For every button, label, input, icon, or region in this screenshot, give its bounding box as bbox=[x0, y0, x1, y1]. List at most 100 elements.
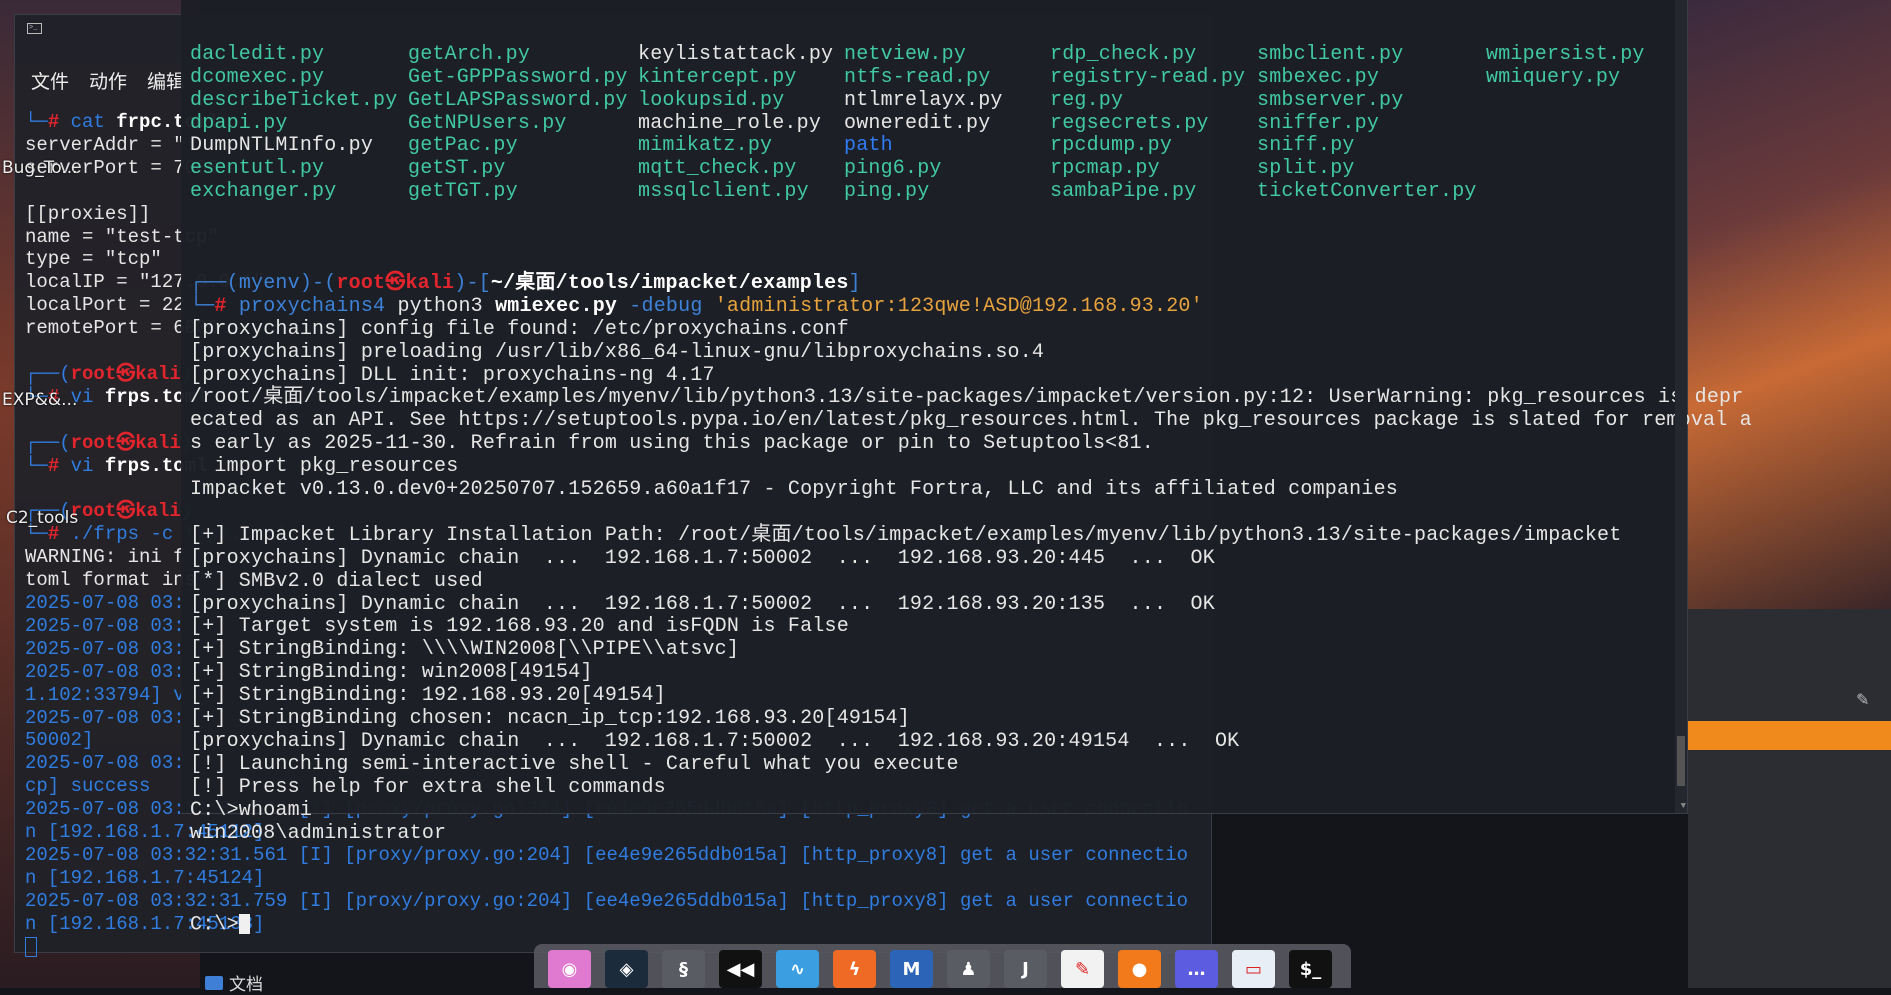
file-entry: regsecrets.py bbox=[1050, 111, 1209, 135]
file-entry: reg.py bbox=[1050, 88, 1124, 112]
text-cursor bbox=[25, 936, 37, 957]
terminal-text: python3 bbox=[397, 294, 496, 318]
text-editor-icon[interactable]: ✎ bbox=[1061, 950, 1104, 988]
file-entry: GetNPUsers.py bbox=[408, 111, 567, 135]
pencil-icon[interactable]: ✎ bbox=[1856, 690, 1869, 709]
file-entry: dacledit.py bbox=[190, 42, 325, 66]
file-entry: ntlmrelayx.py bbox=[844, 88, 1003, 112]
terminal-text: ┌──( bbox=[25, 362, 71, 385]
shell-prompt: C:\> bbox=[190, 913, 239, 937]
file-entry: split.py bbox=[1257, 157, 1355, 181]
desktop-icon-label[interactable]: C2_tools bbox=[6, 508, 78, 528]
terminal-text: WARNING: ini f bbox=[25, 546, 185, 569]
terminal-text: 2025-07-08 03: bbox=[25, 706, 185, 729]
metasploit-icon[interactable]: M bbox=[890, 950, 933, 988]
terminal-text: 2025-07-08 03: bbox=[25, 592, 185, 615]
file-entry bbox=[1486, 158, 1752, 181]
file-entry: smbexec.py bbox=[1257, 65, 1380, 89]
terminal-line: [proxychains] Dynamic chain ... 192.168.… bbox=[190, 547, 1752, 571]
terminal-line: Impacket v0.13.0.dev0+20250707.152659.a6… bbox=[190, 478, 1752, 502]
file-entry: rpcmap.py bbox=[1050, 157, 1160, 181]
terminal-text: [+] StringBinding: \\\\WIN2008[\\PIPE\\a… bbox=[190, 638, 740, 662]
hydra-icon[interactable]: § bbox=[662, 950, 705, 988]
file-entry: rpcdump.py bbox=[1050, 134, 1173, 158]
terminal-text: # bbox=[47, 454, 71, 477]
menu-edit[interactable]: 编辑 bbox=[147, 67, 185, 94]
file-entry: DumpNTLMInfo.py bbox=[190, 134, 374, 158]
scrollbar-thumb[interactable] bbox=[1677, 736, 1685, 786]
file-entry: ping.py bbox=[844, 180, 930, 204]
file-entry: rdp_check.py bbox=[1050, 42, 1197, 66]
terminal-text: vi bbox=[70, 454, 105, 477]
file-entry: mqtt_check.py bbox=[638, 157, 797, 181]
menu-file[interactable]: 文件 bbox=[31, 67, 69, 94]
terminal-text: serverAddr = " bbox=[25, 133, 185, 156]
file-entry: getTGT.py bbox=[408, 180, 518, 204]
terminal-text: [!] Press help for extra shell commands bbox=[190, 775, 666, 799]
terminal-text: # bbox=[47, 111, 71, 133]
john-the-ripper-icon[interactable]: J bbox=[1004, 950, 1047, 988]
terminal-output[interactable]: dacledit.py getArch.py keylistattack.py net… bbox=[190, 0, 1752, 983]
terminal-line: s early as 2025-11-30. Refrain from usin… bbox=[190, 432, 1752, 456]
terminal-text: )-( bbox=[299, 271, 337, 295]
file-entry: lookupsid.py bbox=[638, 88, 785, 112]
terminal-line: [+] Impacket Library Installation Path: … bbox=[190, 524, 1752, 548]
desktop-icon-label[interactable]: Bug_To... bbox=[2, 158, 78, 178]
terminal-text: └─ bbox=[190, 294, 215, 318]
terminal-line: [+] StringBinding: 192.168.93.20[49154] bbox=[190, 684, 1752, 708]
armitage-icon[interactable]: ◀◀ bbox=[719, 950, 762, 988]
terminal-text: 1.102:33794] v bbox=[25, 683, 185, 706]
file-entry: machine_role.py bbox=[638, 111, 822, 135]
terminal-icon[interactable]: $_ bbox=[1289, 950, 1332, 988]
terminal-line: ┌──(myenv)-(root㉿kali)-[~/桌面/tools/impac… bbox=[190, 271, 1752, 296]
file-entry: sniffer.py bbox=[1257, 111, 1380, 135]
burpsuite-icon[interactable]: ϟ bbox=[833, 950, 876, 988]
terminal-text: [+] Target system is 192.168.93.20 and i… bbox=[190, 615, 849, 639]
terminal-text: 2025-07-08 03: bbox=[25, 752, 185, 775]
file-entry: ping6.py bbox=[844, 157, 942, 181]
terminal-text: [+] StringBinding chosen: ncacn_ip_tcp:1… bbox=[190, 707, 910, 731]
terminal-text: 50002] bbox=[25, 729, 94, 752]
terminal-text: [proxychains] preloading /usr/lib/x86_64… bbox=[190, 340, 1045, 364]
social-engineering-toolkit-icon[interactable]: ♟ bbox=[947, 950, 990, 988]
terminal-line: [proxychains] Dynamic chain ... 192.168.… bbox=[190, 730, 1752, 754]
terminal-text: type = "tcp" bbox=[25, 248, 162, 271]
terminal-line: [!] Launching semi-interactive shell - C… bbox=[190, 753, 1752, 777]
terminal-line: └─# proxychains4 python3 wmiexec.py -deb… bbox=[190, 294, 1752, 319]
terminal-text: # bbox=[214, 294, 239, 318]
terminal-text: [proxychains] Dynamic chain ... 192.168.… bbox=[190, 730, 1240, 753]
desktop-icon-label[interactable]: EXP&&... bbox=[2, 390, 77, 410]
app-menu-icon[interactable]: … bbox=[1175, 950, 1218, 988]
scroll-down-arrow-icon[interactable]: ▼ bbox=[1681, 801, 1686, 811]
shell-prompt-line[interactable]: C:\> bbox=[190, 914, 1752, 937]
terminal-text: import pkg_resources bbox=[190, 455, 459, 479]
file-entry: Get-GPPPassword.py bbox=[408, 65, 628, 89]
impacket-terminal-window[interactable]: dacledit.py getArch.py keylistattack.py net… bbox=[181, 0, 1752, 936]
terminal-line: [+] Target system is 192.168.93.20 and i… bbox=[190, 616, 1752, 639]
text-cursor bbox=[238, 914, 250, 935]
maltego-icon[interactable]: ◈ bbox=[605, 950, 648, 988]
terminal-text: proxychains4 bbox=[238, 294, 398, 318]
firefox-icon[interactable]: ● bbox=[1118, 950, 1161, 988]
image-viewer-icon[interactable]: ◉ bbox=[548, 950, 591, 988]
terminal-line: C:\>whoami bbox=[190, 799, 1752, 823]
terminal-text: [*] SMBv2.0 dialect used bbox=[190, 569, 483, 593]
file-entry: ntfs-read.py bbox=[844, 65, 991, 89]
terminal-text: ] bbox=[848, 271, 861, 295]
scrollbar[interactable]: ▼ bbox=[1675, 0, 1687, 813]
wireshark-icon[interactable]: ∿ bbox=[776, 950, 819, 988]
terminal-text: cat bbox=[70, 111, 117, 133]
file-manager-icon[interactable]: ▭ bbox=[1232, 950, 1275, 988]
file-entry: sambaPipe.py bbox=[1050, 180, 1197, 204]
terminal-text: [+] StringBinding: 192.168.93.20[49154] bbox=[190, 684, 666, 708]
terminal-text: ┌──( bbox=[25, 431, 71, 454]
terminal-line: [+] StringBinding: win2008[49154] bbox=[190, 661, 1752, 685]
terminal-line: win2008\administrator bbox=[190, 822, 1752, 846]
terminal-text: [proxychains] Dynamic chain ... 192.168.… bbox=[190, 592, 1215, 616]
file-entry: exchanger.py bbox=[190, 180, 337, 204]
menu-action[interactable]: 动作 bbox=[89, 67, 127, 94]
terminal-icon: >_ bbox=[27, 23, 42, 34]
